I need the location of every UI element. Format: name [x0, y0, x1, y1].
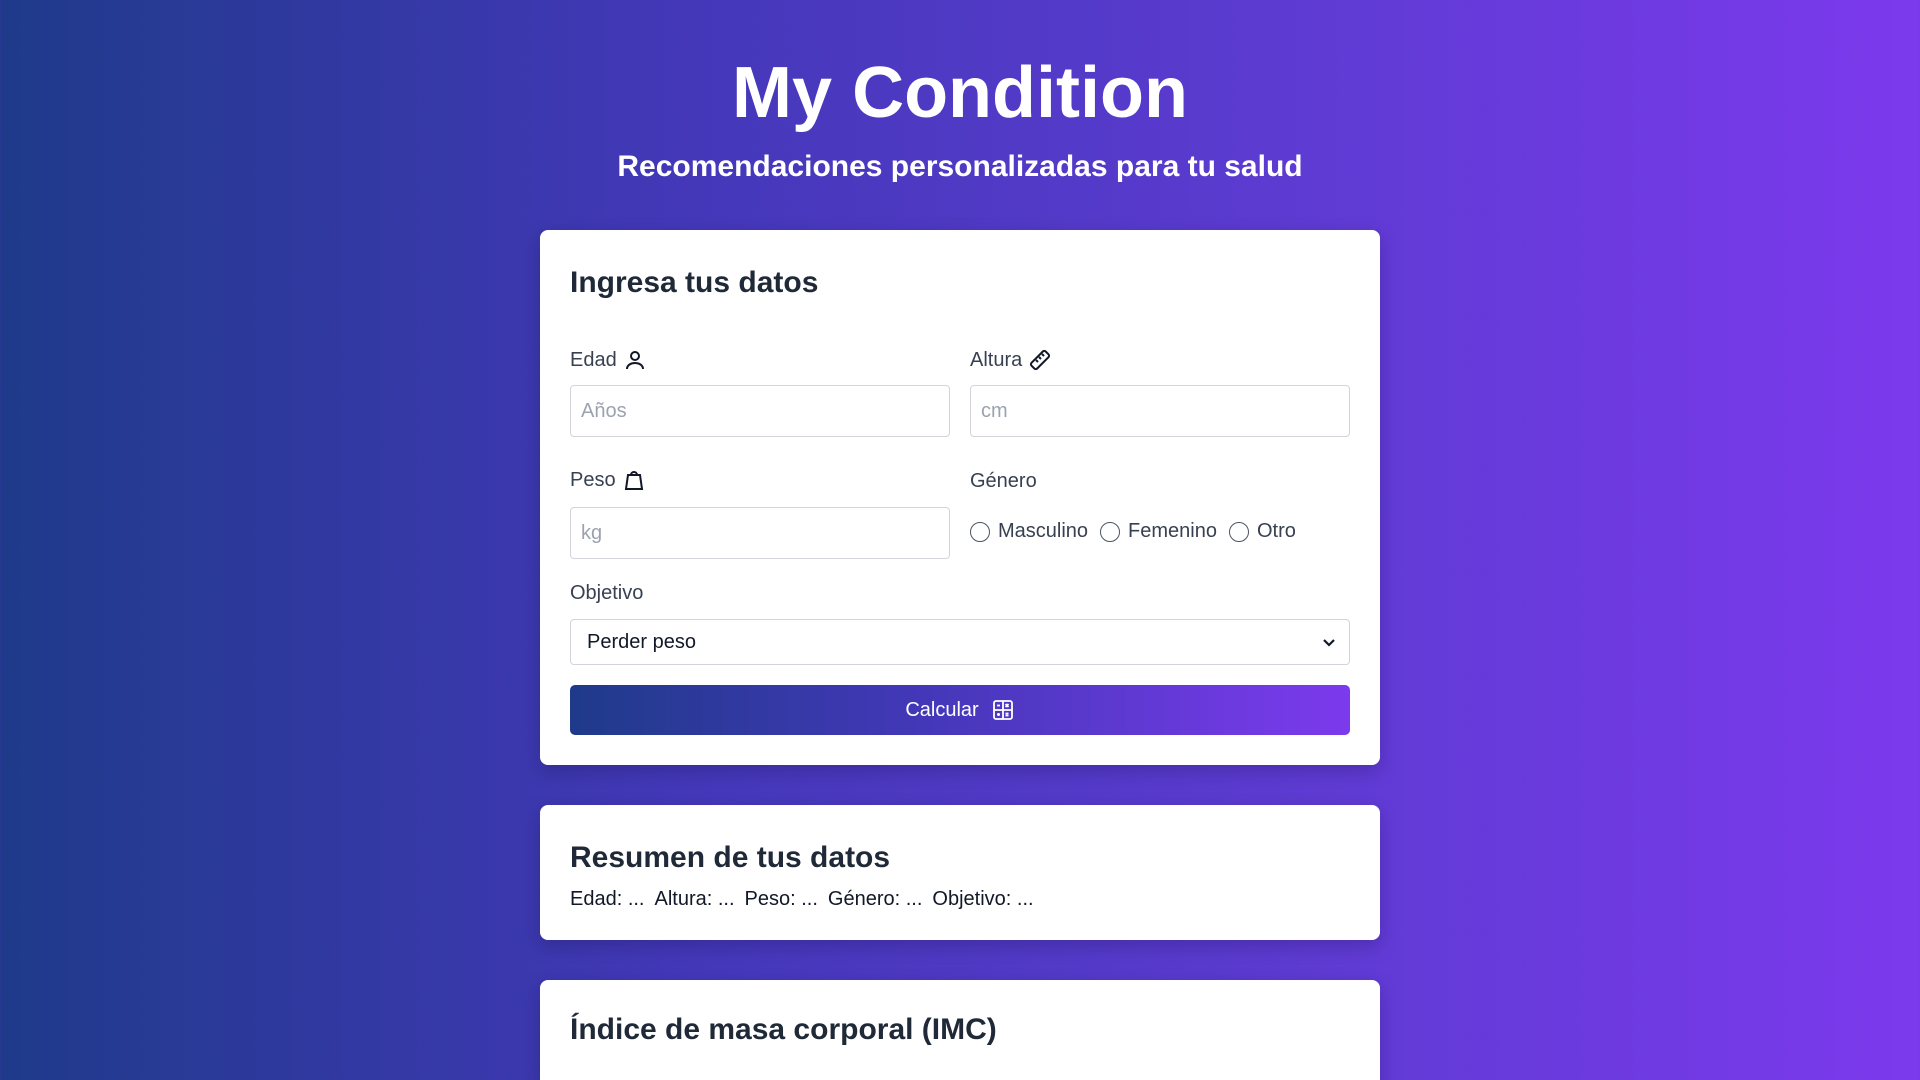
summary-height: Altura: ...	[654, 888, 735, 910]
gender-option-femenino[interactable]: Femenino	[1100, 520, 1217, 543]
goal-label: Objetivo	[570, 582, 643, 605]
gender-option-label: Femenino	[1128, 520, 1217, 542]
height-label-text: Altura	[970, 348, 1023, 371]
gender-radio-group: Masculino Femenino Otro	[970, 520, 1298, 543]
gender-option-masculino[interactable]: Masculino	[970, 520, 1088, 543]
radio-button-masculino[interactable]	[970, 521, 990, 542]
calculator-icon	[992, 700, 1013, 720]
chevron-down-icon	[1323, 639, 1335, 647]
imc-title: Índice de masa corporal (IMC)	[570, 1013, 997, 1046]
gender-label-text: Género	[970, 470, 1037, 492]
summary-card: Resumen de tus datos Edad: ... Altura: .…	[540, 805, 1380, 940]
gender-option-otro[interactable]: Otro	[1228, 520, 1296, 543]
gender-label: Género	[970, 470, 1037, 493]
weight-input[interactable]	[570, 507, 950, 559]
height-label: Altura	[970, 348, 1052, 372]
person-icon	[625, 351, 644, 370]
goal-label-text: Objetivo	[570, 582, 644, 604]
age-input[interactable]	[570, 385, 950, 437]
app-subtitle: Recomendaciones personalizadas para tu s…	[617, 150, 1303, 183]
height-input[interactable]	[970, 385, 1350, 437]
calculate-button-label: Calcular	[905, 698, 979, 721]
imc-card: Índice de masa corporal (IMC)	[540, 980, 1380, 1080]
form-title: Ingresa tus datos	[570, 266, 819, 299]
age-label: Edad	[570, 348, 647, 372]
calculate-button[interactable]: Calcular	[570, 685, 1350, 735]
radio-button-femenino[interactable]	[1100, 521, 1121, 542]
gender-option-label: Masculino	[998, 520, 1089, 542]
summary-title: Resumen de tus datos	[570, 841, 891, 874]
summary-values: Edad: ... Altura: ... Peso: ... Género: …	[570, 888, 1034, 911]
gender-option-label: Otro	[1256, 520, 1296, 542]
radio-button-otro[interactable]	[1228, 521, 1249, 542]
summary-age: Edad: ...	[570, 888, 645, 910]
weight-label-text: Peso	[570, 468, 616, 491]
weight-icon	[624, 471, 643, 490]
data-entry-card: Ingresa tus datos Edad Altura Peso Géner…	[540, 230, 1380, 765]
goal-selected-value: Perder peso	[587, 630, 696, 653]
weight-label: Peso	[570, 468, 646, 492]
age-label-text: Edad	[570, 348, 617, 371]
goal-select[interactable]: Perder peso	[570, 619, 1350, 665]
summary-weight: Peso: ...	[744, 888, 818, 910]
summary-gender: Género: ...	[827, 888, 923, 910]
summary-goal: Objetivo: ...	[932, 888, 1034, 910]
ruler-icon	[1030, 349, 1051, 371]
app-title: My Condition	[732, 53, 1188, 133]
